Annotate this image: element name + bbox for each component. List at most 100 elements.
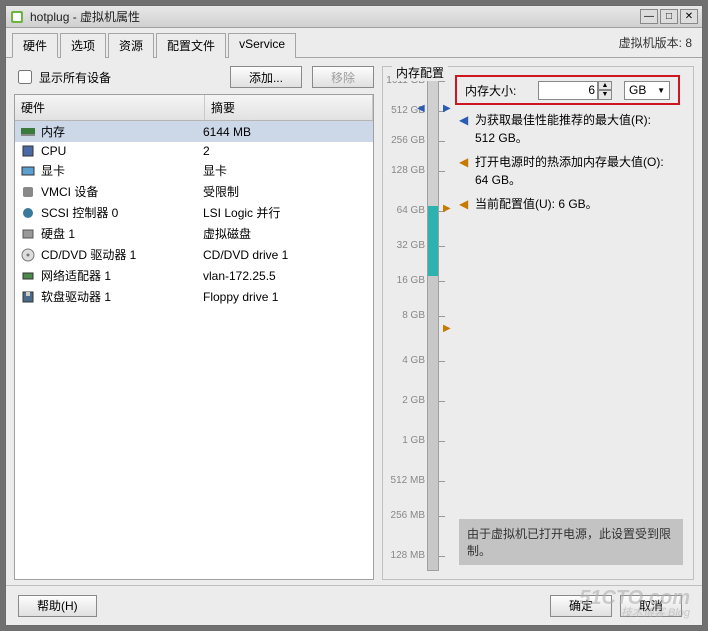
footer: 帮助(H) 确定 取消 [6,585,702,625]
row-sum: vlan-172.25.5 [203,269,369,283]
memory-icon [19,125,37,139]
maximize-button[interactable]: □ [660,9,678,24]
left-panel: 显示所有设备 添加... 移除 硬件 摘要 内存6144 MBCPU2显卡显卡V… [14,66,374,580]
ruler-tick: 128 GB [383,165,425,176]
row-hw: CPU [37,144,203,158]
right-panel: 内存配置 内存大小: ▲ ▼ GB ▼ [382,66,694,580]
show-all-checkbox[interactable]: 显示所有设备 [14,67,111,87]
show-all-input[interactable] [18,70,32,84]
ruler-tick: 64 GB [383,205,425,216]
ruler-tick: 256 GB [383,135,425,146]
row-hw: 硬盘 1 [37,225,203,242]
triangle-icon: ◀ [459,195,469,213]
row-hw: SCSI 控制器 0 [37,204,203,221]
minimize-button[interactable]: — [640,9,658,24]
marker-current[interactable]: ▶ [443,323,451,334]
left-toolbar: 显示所有设备 添加... 移除 [14,66,374,88]
ruler-tick: 512 MB [383,475,425,486]
legend-hotadd: ◀打开电源时的热添加内存最大值(O):64 GB。 [459,153,683,189]
vm-version-label: 虚拟机版本: 8 [619,34,692,51]
spin-up[interactable]: ▲ [598,81,612,91]
memory-ruler: 1011 GB512 GB256 GB128 GB64 GB32 GB16 GB… [389,75,453,571]
row-sum: 2 [203,144,369,158]
vmci-icon [19,185,37,199]
marker-best-icon: ◀ [417,103,425,114]
row-sum: 受限制 [203,183,369,200]
tab-profiles[interactable]: 配置文件 [156,33,226,58]
spin-down[interactable]: ▼ [598,90,612,100]
triangle-icon: ◀ [459,153,469,189]
add-button[interactable]: 添加... [230,66,302,88]
tab-resources[interactable]: 资源 [108,33,154,58]
ruler-tick: 8 GB [383,310,425,321]
remove-button[interactable]: 移除 [312,66,374,88]
app-icon [10,10,24,24]
marker-hotadd[interactable]: ▶ [443,203,451,214]
window-title: hotplug - 虚拟机属性 [30,8,638,25]
ruler-tick: 128 MB [383,550,425,561]
tab-hardware[interactable]: 硬件 [12,33,58,58]
power-on-notice: 由于虚拟机已打开电源，此设置受到限制。 [459,519,683,565]
row-sum: CD/DVD drive 1 [203,248,369,262]
memory-size-highlight: 内存大小: ▲ ▼ GB ▼ [455,75,680,105]
table-row[interactable]: 软盘驱动器 1Floppy drive 1 [15,286,373,307]
tab-options[interactable]: 选项 [60,33,106,58]
ok-button[interactable]: 确定 [550,595,612,617]
ruler-tick: 4 GB [383,355,425,366]
row-sum: 6144 MB [203,125,369,139]
memory-spinner[interactable]: ▲ ▼ [538,81,612,100]
titlebar: hotplug - 虚拟机属性 — □ ✕ [6,6,702,28]
scsi-icon [19,206,37,220]
grid-header: 硬件 摘要 [15,95,373,121]
tab-vservice[interactable]: vService [228,33,296,58]
table-row[interactable]: 网络适配器 1vlan-172.25.5 [15,265,373,286]
nic-icon [19,269,37,283]
table-row[interactable]: 内存6144 MB [15,121,373,142]
ruler-tick: 1 GB [383,435,425,446]
ruler-tick: 2 GB [383,395,425,406]
cd-icon [19,248,37,262]
close-button[interactable]: ✕ [680,9,698,24]
chevron-down-icon: ▼ [657,86,665,95]
row-hw: 显卡 [37,162,203,179]
ruler-tick: 256 MB [383,510,425,521]
ruler-bar [427,75,439,571]
memory-group-label: 内存配置 [392,64,448,81]
table-row[interactable]: CD/DVD 驱动器 1CD/DVD drive 1 [15,244,373,265]
table-row[interactable]: 硬盘 1虚拟磁盘 [15,223,373,244]
cancel-button[interactable]: 取消 [620,595,682,617]
marker-best[interactable]: ▶ [443,103,451,114]
memory-size-label: 内存大小: [465,82,516,99]
tab-bar: 硬件 选项 资源 配置文件 vService 虚拟机版本: 8 [6,28,702,58]
col-summary[interactable]: 摘要 [205,95,373,120]
table-row[interactable]: 显卡显卡 [15,160,373,181]
show-all-label: 显示所有设备 [39,69,111,86]
memory-size-input[interactable] [538,81,598,100]
body: 显示所有设备 添加... 移除 硬件 摘要 内存6144 MBCPU2显卡显卡V… [6,58,702,588]
row-sum: LSI Logic 并行 [203,204,369,221]
row-sum: Floppy drive 1 [203,290,369,304]
table-row[interactable]: CPU2 [15,142,373,160]
row-hw: 软盘驱动器 1 [37,288,203,305]
cpu-icon [19,144,37,158]
row-hw: CD/DVD 驱动器 1 [37,246,203,263]
row-sum: 显卡 [203,162,369,179]
table-row[interactable]: VMCI 设备受限制 [15,181,373,202]
memory-unit-select[interactable]: GB ▼ [624,81,670,100]
floppy-icon [19,290,37,304]
help-button[interactable]: 帮助(H) [18,595,97,617]
disk-icon [19,227,37,241]
window: hotplug - 虚拟机属性 — □ ✕ 硬件 选项 资源 配置文件 vSer… [5,5,703,626]
legend-best: ◀为获取最佳性能推荐的最大值(R):512 GB。 [459,111,683,147]
triangle-icon: ◀ [459,111,469,147]
table-row[interactable]: SCSI 控制器 0LSI Logic 并行 [15,202,373,223]
legend-current: ◀当前配置值(U): 6 GB。 [459,195,683,213]
col-hardware[interactable]: 硬件 [15,95,205,120]
hardware-grid: 硬件 摘要 内存6144 MBCPU2显卡显卡VMCI 设备受限制SCSI 控制… [14,94,374,580]
row-hw: 内存 [37,123,203,140]
row-hw: VMCI 设备 [37,183,203,200]
video-icon [19,164,37,178]
memory-group: 内存大小: ▲ ▼ GB ▼ [382,66,694,580]
row-sum: 虚拟磁盘 [203,225,369,242]
ruler-tick: 32 GB [383,240,425,251]
